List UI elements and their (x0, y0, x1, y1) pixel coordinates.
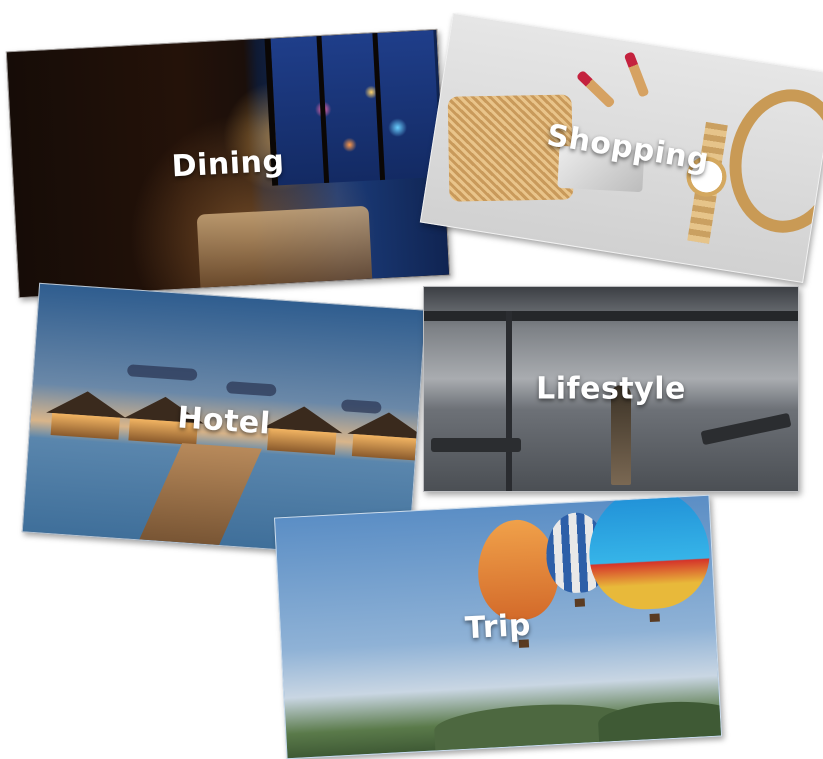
card-label-dining: Dining (170, 143, 286, 184)
villa (345, 409, 427, 469)
roof-beam (424, 311, 798, 322)
dining-card[interactable]: Dining (5, 28, 451, 299)
pier (130, 442, 263, 560)
villa (44, 388, 129, 448)
hot-air-balloon (586, 494, 713, 613)
lipstick (575, 69, 616, 110)
bracelet (719, 81, 823, 242)
balloon-basket (574, 598, 586, 607)
trip-card[interactable]: Trip (273, 494, 723, 759)
cloud (225, 381, 277, 397)
post (506, 311, 513, 491)
villa (260, 403, 344, 463)
lifestyle-card[interactable]: Lifestyle (423, 286, 799, 492)
hot-air-balloon (475, 518, 561, 623)
cloud (126, 364, 198, 382)
city-window (264, 30, 442, 186)
island (597, 698, 723, 742)
balloon-basket (649, 613, 660, 623)
lounger (700, 412, 792, 445)
dining-table (196, 205, 372, 288)
card-label-hotel: Hotel (176, 400, 272, 442)
lipstick (623, 51, 650, 99)
shopping-card[interactable]: Shopping (419, 12, 823, 284)
card-label-lifestyle: Lifestyle (536, 371, 686, 407)
card-label-trip: Trip (464, 607, 532, 647)
lounger (431, 437, 522, 452)
